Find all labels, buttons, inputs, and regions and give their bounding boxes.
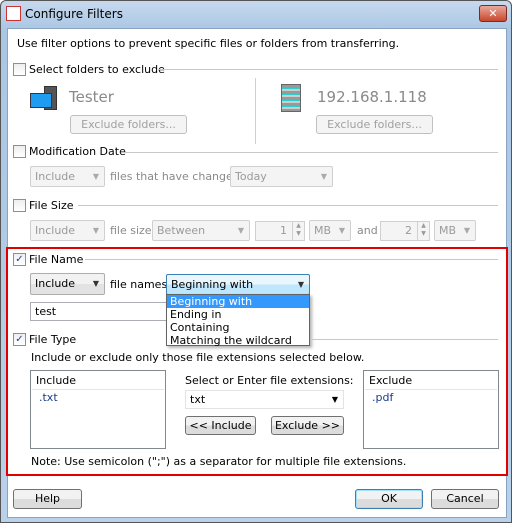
select-value: Include xyxy=(35,170,76,183)
up-down-arrows-icon[interactable]: ▲ ▼ xyxy=(292,222,304,240)
select-value: Include xyxy=(35,277,76,290)
chevron-down-icon: ▼ xyxy=(331,395,338,404)
file-type-description: Include or exclude only those file exten… xyxy=(31,351,365,364)
chevron-down-icon: ▼ xyxy=(237,226,244,235)
divider xyxy=(85,259,498,260)
up-down-arrows-icon[interactable]: ▲ ▼ xyxy=(417,222,429,240)
file-name-text: file names xyxy=(110,278,168,291)
list-item[interactable]: .pdf xyxy=(372,391,393,404)
chevron-down-icon: ▼ xyxy=(320,172,327,181)
divider xyxy=(310,339,498,340)
select-value: Beginning with xyxy=(171,278,254,291)
file-name-checkbox[interactable]: ✓ xyxy=(13,253,26,266)
combo-value: txt xyxy=(190,393,206,406)
divider xyxy=(78,205,498,206)
chevron-down-icon: ▼ xyxy=(338,226,345,235)
cancel-button[interactable]: Cancel xyxy=(431,489,499,509)
select-value: Include xyxy=(35,224,76,237)
chevron-down-icon: ▼ xyxy=(92,172,99,181)
intro-text: Use filter options to prevent specific f… xyxy=(17,37,400,50)
min-size-spinner[interactable]: 1 ▲ ▼ xyxy=(255,221,305,241)
file-name-label: File Name xyxy=(29,253,84,266)
select-extension-label: Select or Enter file extensions: xyxy=(185,374,354,387)
and-text: and xyxy=(357,224,378,237)
server-icon xyxy=(281,84,301,112)
exclude-list-header: Exclude xyxy=(365,372,497,390)
max-size-spinner[interactable]: 2 ▲ ▼ xyxy=(380,221,430,241)
extension-combo[interactable]: txt ▼ xyxy=(185,390,344,409)
include-list-header: Include xyxy=(32,372,164,390)
spinner-value: 2 xyxy=(405,224,412,237)
app-icon xyxy=(6,6,21,21)
divider xyxy=(158,69,498,70)
file-size-checkbox[interactable] xyxy=(13,199,26,212)
window-title: Configure Filters xyxy=(25,7,123,21)
folders-label: Select folders to exclude xyxy=(29,63,165,76)
computer-icon xyxy=(30,86,58,112)
divider xyxy=(122,152,498,153)
exclude-remote-folders-button[interactable]: Exclude folders... xyxy=(316,115,433,134)
select-value: Between xyxy=(157,224,206,237)
file-type-checkbox[interactable]: ✓ xyxy=(13,333,26,346)
folders-checkbox[interactable] xyxy=(13,63,26,76)
dropdown-option[interactable]: Matching the wildcard xyxy=(167,334,309,347)
mod-date-checkbox[interactable] xyxy=(13,145,26,158)
mod-date-mode-select[interactable]: Include ▼ xyxy=(30,166,105,187)
file-size-text: file size xyxy=(110,224,152,237)
remote-name: 192.168.1.118 xyxy=(317,88,427,106)
mod-date-label: Modification Date xyxy=(29,145,126,158)
min-unit-select[interactable]: MB ▼ xyxy=(309,220,351,241)
max-unit-select[interactable]: MB ▼ xyxy=(434,220,476,241)
dropdown-option[interactable]: Containing xyxy=(167,321,309,334)
exclude-extension-button[interactable]: Exclude >> xyxy=(271,416,344,435)
match-dropdown-list: Beginning with Ending in Containing Matc… xyxy=(166,294,310,347)
mod-date-text: files that have changed xyxy=(110,170,240,183)
include-extension-button[interactable]: << Include xyxy=(185,416,256,435)
file-name-match-select[interactable]: Beginning with ▼ xyxy=(166,274,310,295)
dropdown-option[interactable]: Ending in xyxy=(167,308,309,321)
chevron-down-icon: ▼ xyxy=(297,280,304,289)
exclude-list[interactable]: Exclude .pdf xyxy=(363,370,499,449)
file-name-mode-select[interactable]: Include ▼ xyxy=(30,273,105,295)
include-list[interactable]: Include .txt xyxy=(30,370,166,449)
separator-note: Note: Use semicolon (";") as a separator… xyxy=(31,455,407,468)
vertical-divider xyxy=(255,78,256,144)
dropdown-option[interactable]: Beginning with xyxy=(167,295,309,308)
select-value: MB xyxy=(314,224,332,237)
chevron-down-icon: ▼ xyxy=(92,279,99,288)
local-name: Tester xyxy=(69,88,114,106)
file-size-comparison-select[interactable]: Between ▼ xyxy=(152,220,250,241)
file-type-label: File Type xyxy=(29,333,77,346)
list-item[interactable]: .txt xyxy=(39,391,58,404)
close-button[interactable]: ✕ xyxy=(479,5,507,22)
ok-button[interactable]: OK xyxy=(355,489,423,509)
mod-date-period-select[interactable]: Today ▼ xyxy=(230,166,333,187)
exclude-local-folders-button[interactable]: Exclude folders... xyxy=(70,115,187,134)
chevron-down-icon: ▼ xyxy=(92,226,99,235)
help-button[interactable]: Help xyxy=(13,489,82,509)
spinner-value: 1 xyxy=(280,224,287,237)
file-size-mode-select[interactable]: Include ▼ xyxy=(30,220,105,241)
select-value: MB xyxy=(439,224,457,237)
file-size-label: File Size xyxy=(29,199,74,212)
chevron-down-icon: ▼ xyxy=(463,226,470,235)
select-value: Today xyxy=(235,170,267,183)
